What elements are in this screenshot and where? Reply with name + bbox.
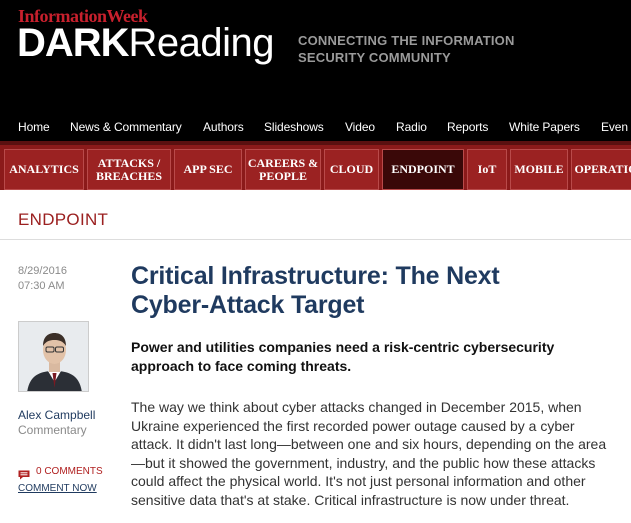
logo-reading-text: Reading	[128, 21, 275, 65]
category-analytics[interactable]: ANALYTICS	[4, 149, 84, 190]
category-mobile[interactable]: MOBILE	[510, 149, 568, 190]
category-label: CLOUD	[329, 162, 374, 176]
category-label: ANALYTICS	[9, 162, 79, 176]
category-endpoint[interactable]: ENDPOINT	[382, 149, 464, 190]
nav-white-papers[interactable]: White Papers	[509, 120, 580, 134]
category-label: APP SEC	[183, 162, 233, 176]
category-label: CAREERS &	[247, 155, 319, 170]
nav-reports[interactable]: Reports	[447, 120, 488, 134]
tagline-line-1: CONNECTING THE INFORMATION	[298, 33, 515, 48]
category-app-sec[interactable]: APP SEC	[174, 149, 242, 190]
nav-home[interactable]: Home	[18, 120, 50, 134]
article-body: The way we think about cyber attacks cha…	[131, 399, 607, 508]
logo-dark-text: DARK	[17, 21, 130, 65]
masthead: InformationWeek DARKReading CONNECTING T…	[0, 0, 631, 141]
avatar[interactable]	[18, 321, 89, 392]
category-label: IoT	[477, 162, 497, 176]
category-bar: ANALYTICS ATTACKS / BREACHES APP SEC CARE…	[0, 141, 631, 190]
nav-news-commentary[interactable]: News & Commentary	[70, 120, 182, 134]
tagline-line-2: SECURITY COMMUNITY	[298, 50, 451, 65]
category-careers-people[interactable]: CAREERS & PEOPLE	[245, 149, 321, 190]
darkreading-logo[interactable]: DARKReading	[17, 19, 275, 67]
article-deck: Power and utilities companies need a ris…	[131, 339, 555, 374]
category-cloud[interactable]: CLOUD	[324, 149, 379, 190]
category-attacks-breaches[interactable]: ATTACKS / BREACHES	[87, 149, 171, 190]
author-photo	[19, 322, 88, 391]
nav-radio[interactable]: Radio	[396, 120, 427, 134]
article-date-time: 07:30 AM	[18, 280, 65, 292]
nav-video[interactable]: Video	[345, 120, 375, 134]
tagline: CONNECTING THE INFORMATION SECURITY COMM…	[298, 32, 528, 66]
category-label: OPERATIO	[574, 162, 631, 176]
article-date: 8/29/2016 07:30 AM	[18, 264, 67, 294]
author-role: Commentary	[18, 423, 87, 437]
headline-line-2: Cyber-Attack Target	[131, 291, 365, 319]
headline-line-1: Critical Infrastructure: The Next	[131, 262, 500, 290]
nav-slideshows[interactable]: Slideshows	[264, 120, 324, 134]
comments-count: 0 COMMENTS	[36, 466, 103, 477]
category-iot[interactable]: IoT	[467, 149, 507, 190]
author-name[interactable]: Alex Campbell	[18, 408, 95, 422]
category-label: ENDPOINT	[391, 162, 455, 176]
category-label: ATTACKS /	[97, 155, 161, 170]
category-operations[interactable]: OPERATIO	[571, 149, 631, 190]
section-label[interactable]: ENDPOINT	[18, 210, 108, 230]
category-label: MOBILE	[514, 162, 564, 176]
nav-events[interactable]: Even	[601, 120, 628, 134]
top-navigation: Home News & Commentary Authors Slideshow…	[0, 116, 631, 141]
category-label-line-2: BREACHES	[95, 168, 163, 183]
comment-now-link[interactable]: COMMENT NOW	[18, 483, 97, 494]
comments-count-link[interactable]: 0 COMMENTS	[18, 466, 103, 479]
nav-authors[interactable]: Authors	[203, 120, 244, 134]
comment-icon	[18, 467, 30, 479]
article-headline: Critical Infrastructure: The Next Cyber-…	[131, 262, 611, 320]
category-label-line-2: PEOPLE	[258, 168, 307, 183]
divider	[0, 239, 631, 240]
article-date-day: 8/29/2016	[18, 265, 67, 277]
